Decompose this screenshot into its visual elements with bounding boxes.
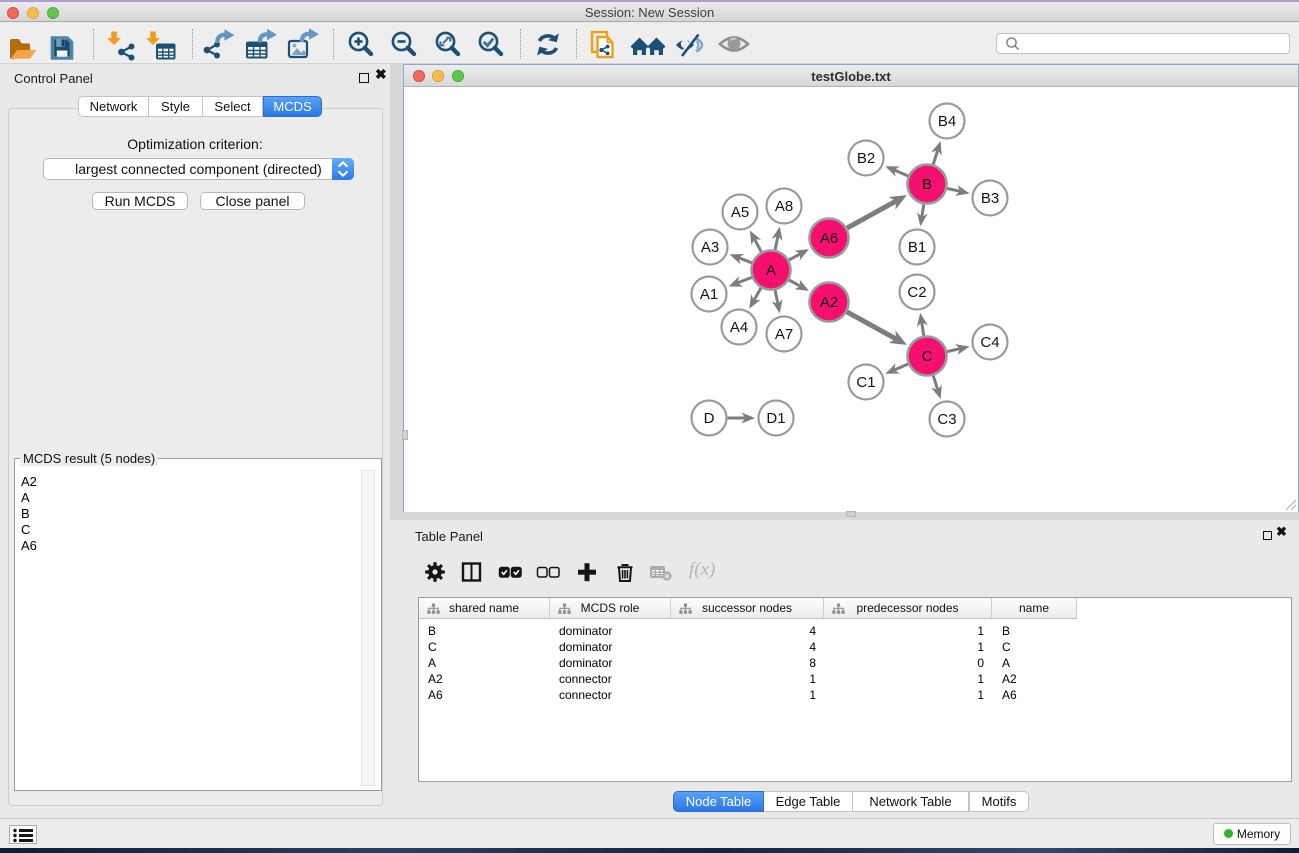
svg-text:A4: A4 bbox=[730, 319, 748, 336]
svg-text:C4: C4 bbox=[980, 334, 999, 351]
svg-text:B2: B2 bbox=[857, 150, 875, 167]
svg-text:C: C bbox=[922, 348, 933, 365]
svg-text:C2: C2 bbox=[907, 284, 926, 301]
svg-text:D: D bbox=[704, 410, 715, 427]
svg-text:A: A bbox=[766, 262, 776, 279]
svg-text:A7: A7 bbox=[775, 326, 793, 343]
svg-text:A8: A8 bbox=[775, 198, 793, 215]
svg-text:C3: C3 bbox=[937, 411, 956, 428]
svg-text:A1: A1 bbox=[700, 286, 718, 303]
svg-text:B1: B1 bbox=[908, 239, 926, 256]
svg-text:D1: D1 bbox=[766, 410, 785, 427]
svg-text:B: B bbox=[922, 176, 932, 193]
svg-text:B3: B3 bbox=[981, 190, 999, 207]
svg-text:B4: B4 bbox=[938, 113, 956, 130]
svg-text:A5: A5 bbox=[731, 204, 749, 221]
svg-text:A3: A3 bbox=[701, 239, 719, 256]
svg-text:A6: A6 bbox=[820, 230, 838, 247]
svg-text:A2: A2 bbox=[820, 294, 838, 311]
svg-text:C1: C1 bbox=[856, 374, 875, 391]
